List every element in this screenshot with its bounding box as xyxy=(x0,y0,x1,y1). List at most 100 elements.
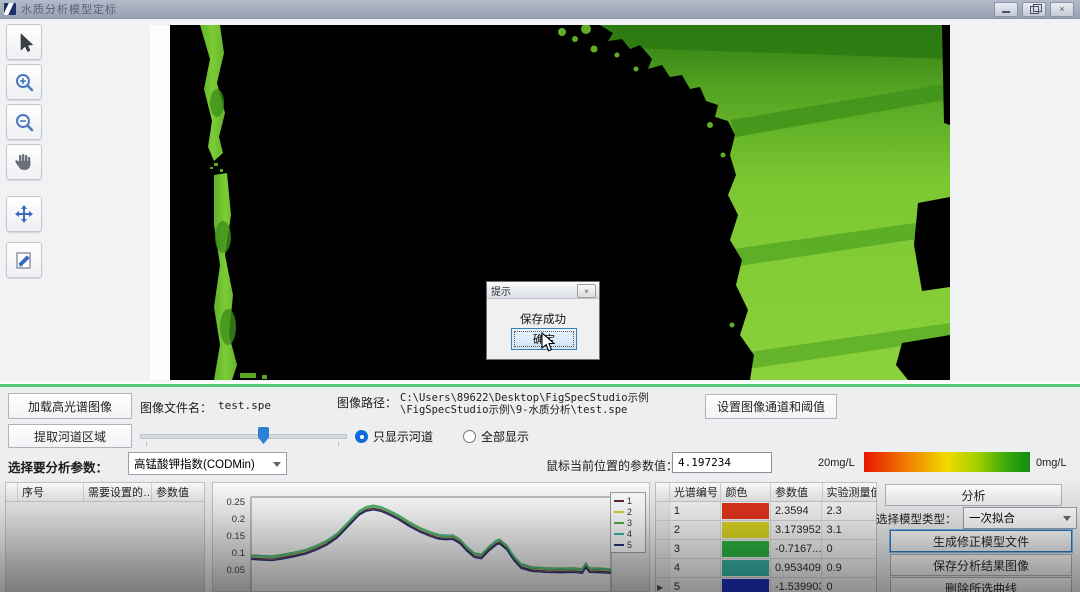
load-image-button[interactable]: 加载高光谱图像 xyxy=(8,393,132,419)
row-selector-header xyxy=(656,483,670,501)
table-row[interactable]: 3-0.7167...0 xyxy=(656,540,876,559)
close-button[interactable]: × xyxy=(1050,2,1074,17)
legend-item: 5 xyxy=(614,539,642,550)
legend-dash-icon xyxy=(614,522,624,524)
col-header-index: 序号 xyxy=(18,483,84,501)
extract-river-button[interactable]: 提取河道区域 xyxy=(8,424,132,448)
mouse-value-field[interactable]: 4.197234 xyxy=(672,452,772,473)
legend-label: 3 xyxy=(627,518,632,528)
legend-dash-icon xyxy=(614,544,624,546)
radio-unselected-icon xyxy=(463,430,476,443)
legend-item: 2 xyxy=(614,506,642,517)
window-title: 水质分析模型定标 xyxy=(21,1,117,17)
viewer-margin xyxy=(150,25,170,380)
table-row[interactable]: ▶5 -1.5399030 xyxy=(656,578,876,592)
select-tool-button[interactable] xyxy=(6,24,42,60)
measured-value-cell: 2.3 xyxy=(822,502,876,520)
set-channel-threshold-button[interactable]: 设置图像通道和阈值 xyxy=(705,394,837,419)
colorbar-max-label: 20mg/L xyxy=(818,457,855,469)
legend-dash-icon xyxy=(614,511,624,513)
move-tool-button[interactable] xyxy=(6,196,42,232)
legend-item: 3 xyxy=(614,517,642,528)
legend-label: 2 xyxy=(627,507,632,517)
band-slider-track[interactable] xyxy=(140,434,347,439)
zoom-out-icon xyxy=(13,111,35,133)
titlebar: 水质分析模型定标 × xyxy=(0,0,1080,19)
table-row[interactable]: 23.1739523.1 xyxy=(656,521,876,540)
measured-value-cell: 0 xyxy=(822,578,876,592)
dialog-titlebar[interactable]: 提示 × xyxy=(487,282,599,299)
radio-show-all[interactable]: 全部显示 xyxy=(463,428,529,445)
generate-model-button[interactable]: 生成修正模型文件 xyxy=(890,530,1072,552)
legend-dash-icon xyxy=(614,500,624,502)
color-swatch xyxy=(721,559,771,577)
param-value-cell: -0.7167... xyxy=(771,540,823,558)
measured-value-cell: 3.1 xyxy=(822,521,876,539)
model-type-dropdown[interactable]: 一次拟合 xyxy=(963,507,1077,529)
edit-pencil-icon xyxy=(13,249,35,271)
param-value-cell: 0.953409 xyxy=(771,559,823,577)
legend-label: 1 xyxy=(627,496,632,506)
param-value-cell: 2.3594 xyxy=(771,502,823,520)
settings-table-body[interactable] xyxy=(6,502,204,592)
slider-tick xyxy=(146,442,147,446)
image-path-line2: \FigSpecStudio示例\9-水质分析\test.spe xyxy=(400,402,627,417)
mouse-position-label: 鼠标当前位置的参数值： xyxy=(546,457,678,474)
row-marker xyxy=(656,502,670,520)
color-swatch-fill xyxy=(722,522,769,538)
legend-item: 4 xyxy=(614,528,642,539)
pan-tool-button[interactable] xyxy=(6,144,42,180)
pan-hand-icon xyxy=(13,151,35,173)
analysis-param-label: 选择要分析参数： xyxy=(8,457,108,476)
color-swatch-fill xyxy=(722,541,769,557)
spectra-chart-svg xyxy=(213,483,650,592)
mouse-cursor-icon xyxy=(541,332,556,353)
image-path-label: 图像路径： xyxy=(337,394,397,411)
table-row[interactable]: 40.9534090.9 xyxy=(656,559,876,578)
spectrum-id-cell: 3 xyxy=(670,540,722,558)
color-swatch xyxy=(721,540,771,558)
zoom-in-tool-button[interactable] xyxy=(6,64,42,100)
spectrum-id-cell: 5 xyxy=(670,578,722,592)
spectrum-id-cell: 1 xyxy=(670,502,722,520)
chart-legend: 12345 xyxy=(610,492,646,553)
restore-button[interactable] xyxy=(1022,2,1046,17)
radio-selected-icon xyxy=(355,430,368,443)
delete-curve-button[interactable]: 删除所选曲线 xyxy=(890,577,1072,592)
minimize-button[interactable] xyxy=(994,2,1018,17)
spectra-chart-panel[interactable]: 0.250.20.150.10.05 12345 xyxy=(212,482,650,592)
param-value-cell: -1.539903 xyxy=(771,578,823,592)
radio-show-river[interactable]: 只显示河道 xyxy=(355,428,433,445)
app-window: 水质分析模型定标 × xyxy=(0,0,1080,592)
legend-dash-icon xyxy=(614,533,624,535)
table-row[interactable]: 1 2.35942.3 xyxy=(656,502,876,521)
slider-tick xyxy=(338,442,339,446)
dialog-close-button[interactable]: × xyxy=(577,284,596,298)
zoom-in-icon xyxy=(13,71,35,93)
edit-tool-button[interactable] xyxy=(6,242,42,278)
dialog-message: 保存成功 xyxy=(487,311,599,327)
save-result-image-button[interactable]: 保存分析结果图像 xyxy=(890,554,1072,576)
col-header-spectrum-id: 光谱编号 xyxy=(670,483,722,501)
legend-label: 4 xyxy=(627,529,632,539)
app-logo-icon xyxy=(4,3,16,15)
color-swatch-fill xyxy=(722,560,769,576)
chevron-down-icon xyxy=(273,462,281,467)
model-type-label: 选择模型类型： xyxy=(876,511,957,527)
row-marker xyxy=(656,559,670,577)
zoom-out-tool-button[interactable] xyxy=(6,104,42,140)
analysis-param-dropdown[interactable]: 高锰酸钾指数(CODMin) xyxy=(128,452,287,475)
colorbar-gradient xyxy=(864,452,1030,472)
dialog-title: 提示 xyxy=(491,283,511,298)
color-swatch-fill xyxy=(722,503,769,519)
row-marker: ▶ xyxy=(656,578,670,592)
analyze-button[interactable]: 分析 xyxy=(885,484,1062,506)
legend-label: 5 xyxy=(627,540,632,550)
row-selector-header xyxy=(6,483,18,501)
color-swatch xyxy=(721,578,771,592)
col-header-measured: 实验测量值 xyxy=(823,483,877,501)
legend-item: 1 xyxy=(614,495,642,506)
cursor-select-icon xyxy=(13,31,35,53)
color-swatch-fill xyxy=(722,579,769,592)
spectra-table: 光谱编号 颜色 参数值 实验测量值 12.35942.323.1739523.1… xyxy=(655,482,877,592)
